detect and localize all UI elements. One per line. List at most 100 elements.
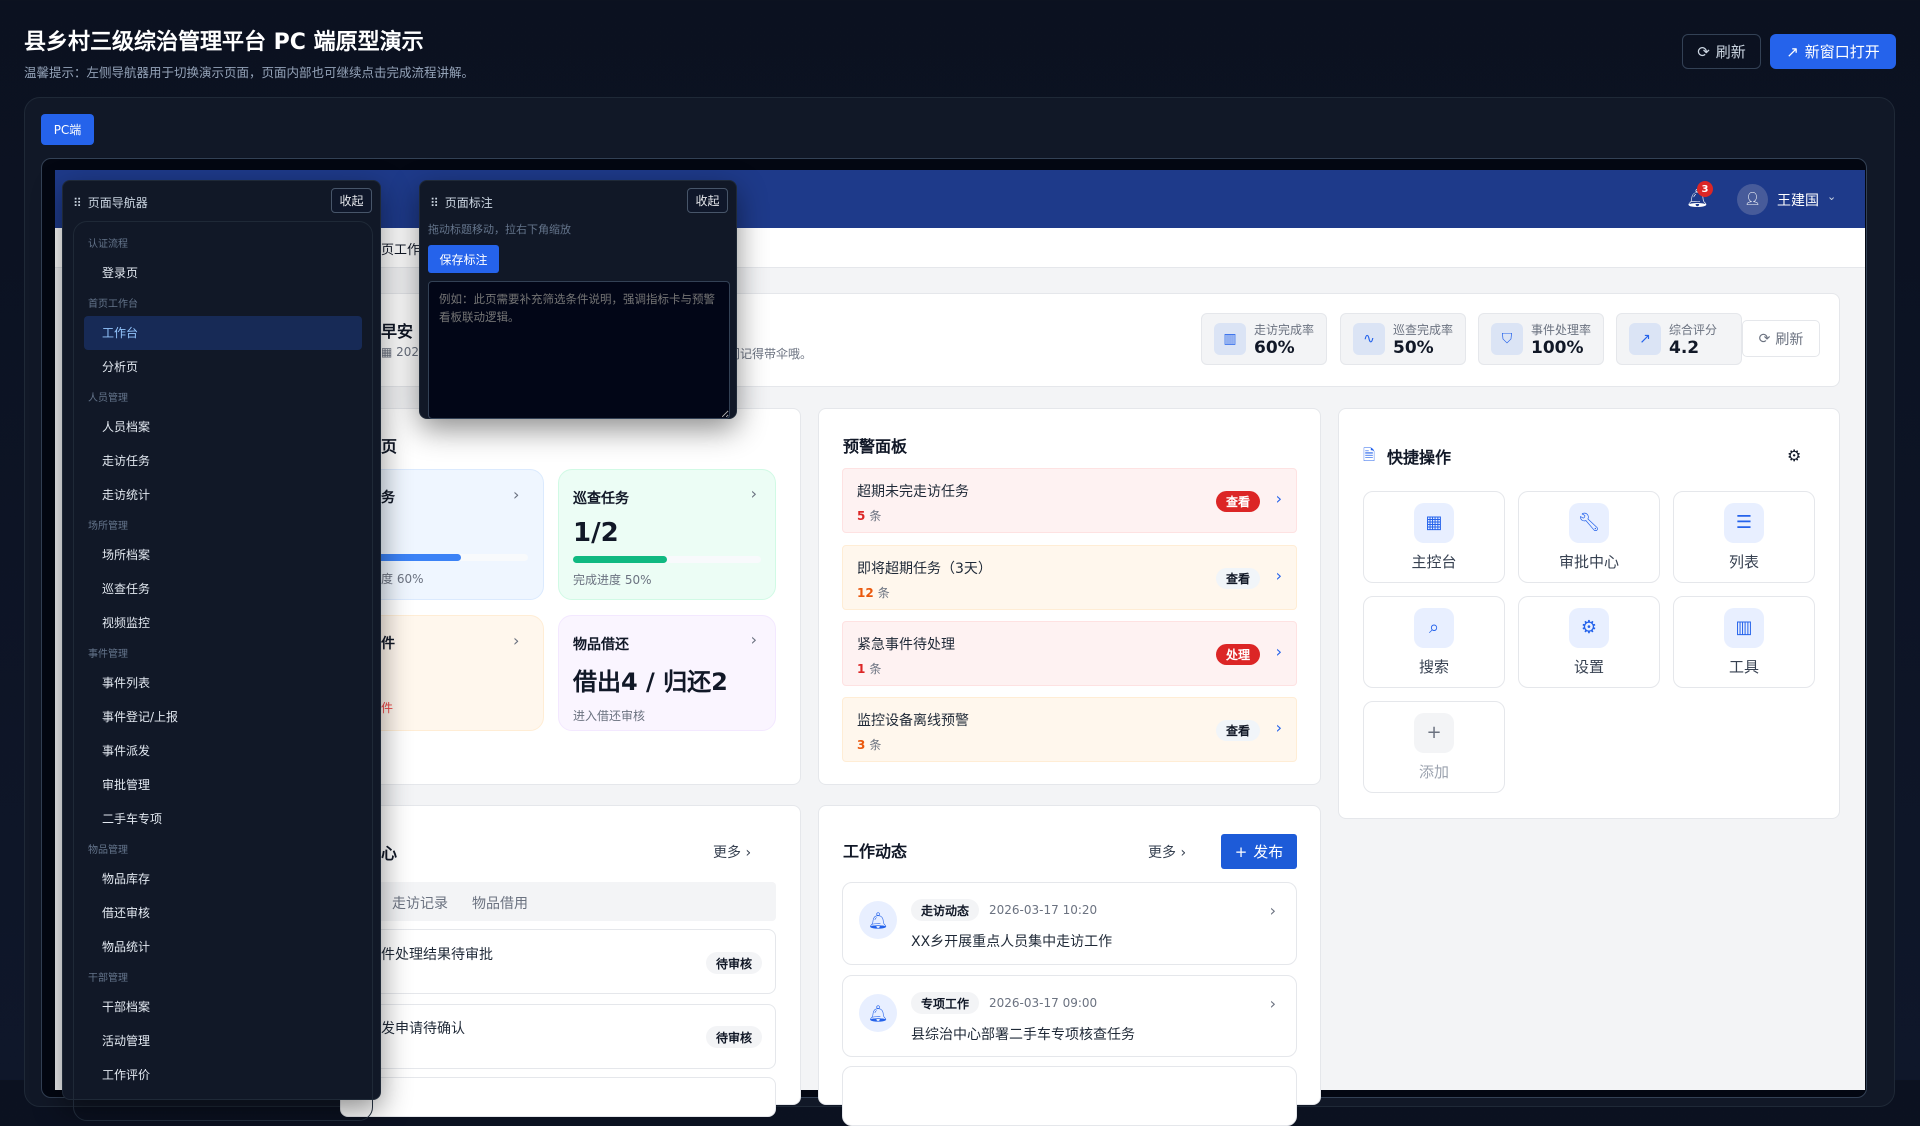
navigator-drag-handle[interactable]: ⠿ 页面导航器 (73, 194, 148, 211)
chevron-right-icon: › (513, 631, 520, 650)
nav-item[interactable]: 物品库存 (84, 862, 362, 896)
status-badge: 待审核 (706, 952, 763, 974)
task-card-patrol[interactable]: 巡查任务 1/2 完成进度 50% › (558, 469, 776, 600)
nav-item[interactable]: 分析页 (84, 350, 362, 384)
nav-item[interactable]: 场所档案 (84, 538, 362, 572)
open-new-window-button[interactable]: ↗ 新窗口打开 (1770, 34, 1896, 69)
quick-action-search[interactable]: ⌕ 搜索 (1363, 596, 1505, 688)
feed-time: 2026-03-17 09:00 (989, 996, 1098, 1010)
user-name[interactable]: 王建国 (1777, 190, 1819, 210)
arrow-up-right-icon: ↗ (1629, 323, 1661, 355)
feed-item[interactable] (842, 1066, 1297, 1126)
quick-action-tools[interactable]: ▥ 工具 (1673, 596, 1815, 688)
page-navigator-panel: ⠿ 页面导航器 收起 认证流程 登录页 首页工作台 工作台 分析页 人员管理 人员档案 走访任务… (62, 180, 381, 1121)
nav-item[interactable]: 工作台 (84, 316, 362, 350)
nav-section-label: 物品管理 (88, 845, 128, 856)
tab-visit-records[interactable]: 走访记录 (392, 893, 448, 913)
quick-action-add[interactable]: + 添加 (1363, 701, 1505, 793)
alert-item[interactable]: 超期未完走访任务 5 条查看 › (842, 468, 1297, 533)
chevron-right-icon: › (1269, 901, 1276, 920)
nav-item[interactable]: 活动管理 (84, 1024, 362, 1058)
stat-label: 事件处理率 (1531, 322, 1592, 337)
alert-action-button[interactable]: 查看 (1215, 720, 1260, 741)
quick-action-list[interactable]: ☰ 列表 (1673, 491, 1815, 583)
refresh-button[interactable]: ⟳ 刷新 (1682, 34, 1761, 69)
nav-item[interactable]: 视频监控 (84, 606, 362, 640)
chevron-right-icon: › (513, 485, 520, 504)
alert-panel-title: 预警面板 (843, 437, 908, 456)
work-feed-title: 工作动态 (843, 842, 908, 861)
quick-actions-title: 快捷操作 (1387, 448, 1452, 467)
todo-item-text: 发申请待确认 (381, 1021, 465, 1037)
nav-item[interactable]: 二手车专项 (84, 802, 362, 836)
annotation-textarea[interactable] (428, 281, 730, 419)
alert-item[interactable]: 即将超期任务（3天） 12 条查看 › (842, 545, 1297, 610)
tasks-title: 页 (381, 437, 398, 456)
alert-unit: 条 (877, 586, 890, 600)
alert-unit: 条 (869, 738, 882, 752)
nav-item[interactable]: 事件登记/上报 (84, 700, 362, 734)
alert-action-button[interactable]: 查看 (1215, 491, 1260, 512)
alert-action-button[interactable]: 处理 (1215, 644, 1260, 665)
quick-action-label: 主控台 (1411, 552, 1457, 571)
annotation-collapse-button[interactable]: 收起 (687, 188, 728, 213)
nav-item[interactable]: 登录页 (84, 256, 362, 290)
gear-icon[interactable]: ⚙ (1787, 446, 1801, 465)
task-card-title: 务 (381, 490, 395, 506)
refresh-icon: ⟳ (1697, 42, 1710, 61)
navigator-collapse-button[interactable]: 收起 (331, 188, 372, 213)
feed-more-link[interactable]: 更多 › (1148, 842, 1186, 862)
alert-action-button[interactable]: 查看 (1215, 568, 1260, 589)
alert-item[interactable]: 紧急事件待处理 1 条处理 › (842, 621, 1297, 686)
quick-action-settings[interactable]: ⚙ 设置 (1518, 596, 1660, 688)
nav-section-label: 场所管理 (88, 521, 128, 532)
tab-pc[interactable]: PC端 (41, 114, 94, 145)
quick-action-dashboard[interactable]: ▦ 主控台 (1363, 491, 1505, 583)
task-card-sub: 进入借还审核 (573, 709, 646, 723)
nav-item[interactable]: 物品统计 (84, 930, 362, 964)
stat-label: 走访完成率 (1254, 322, 1315, 337)
nav-item[interactable]: 借还审核 (84, 896, 362, 930)
nav-item[interactable]: 走访任务 (84, 444, 362, 478)
nav-item[interactable]: 干部档案 (84, 990, 362, 1024)
nav-section-label: 人员管理 (88, 393, 128, 404)
feed-item[interactable]: 🔔︎ 走访动态 2026-03-17 10:20 XX乡开展重点人员集中走访工作 … (842, 882, 1297, 965)
stat-score: ↗ 综合评分 4.2 (1616, 313, 1742, 365)
feed-item[interactable]: 🔔︎ 专项工作 2026-03-17 09:00 县综治中心部署二手车专项核查任务… (842, 975, 1297, 1057)
bell-icon: 🔔︎ (859, 994, 897, 1032)
nav-item[interactable]: 事件列表 (84, 666, 362, 700)
todo-more-link[interactable]: 更多 › (713, 842, 751, 862)
task-card-title: 物品借还 (573, 637, 629, 653)
breadcrumb[interactable]: 页工作 (381, 239, 420, 258)
stat-value: 4.2 (1669, 337, 1700, 358)
page-subtitle: 温馨提示：左侧导航器用于切换演示页面，页面内部也可继续点击完成流程讲解。 (24, 65, 475, 80)
quick-action-label: 工具 (1728, 657, 1759, 676)
nav-item[interactable]: 人员档案 (84, 410, 362, 444)
nav-item[interactable]: 走访统计 (84, 478, 362, 512)
welcome-date: 202 (396, 345, 420, 359)
refresh-label: 刷新 (1715, 43, 1746, 61)
nav-item[interactable]: 事件派发 (84, 734, 362, 768)
save-annotation-button[interactable]: 保存标注 (428, 245, 499, 273)
chevron-down-icon[interactable]: ⌄ (1827, 190, 1836, 203)
task-card-items[interactable]: 物品借还 借出4 / 归还2 进入借还审核 › (558, 615, 776, 731)
drag-handle-icon: ⠿ (430, 195, 439, 210)
progress-track (360, 554, 528, 561)
publish-button[interactable]: + 发布 (1221, 834, 1297, 869)
tab-item-borrow[interactable]: 物品借用 (472, 893, 528, 913)
alert-unit: 条 (869, 509, 882, 523)
nav-item[interactable]: 巡查任务 (84, 572, 362, 606)
progress-fill (573, 556, 667, 563)
todo-item[interactable] (340, 1077, 776, 1117)
progress-label: 度 60% (381, 572, 424, 586)
avatar[interactable]: 👤︎ (1737, 184, 1768, 215)
nav-item[interactable]: 工作评价 (84, 1058, 362, 1092)
annotation-drag-handle[interactable]: ⠿ 页面标注 (430, 194, 493, 211)
calendar-icon: ▦ (381, 345, 397, 359)
list-icon: ☰ (1724, 502, 1764, 543)
quick-action-approval[interactable]: 🔧︎ 审批中心 (1518, 491, 1660, 583)
nav-item[interactable]: 审批管理 (84, 768, 362, 802)
task-card-title: 巡查任务 (573, 491, 629, 507)
alert-item[interactable]: 监控设备离线预警 3 条查看 › (842, 697, 1297, 762)
stats-refresh-button[interactable]: ⟳ 刷新 (1742, 320, 1820, 357)
